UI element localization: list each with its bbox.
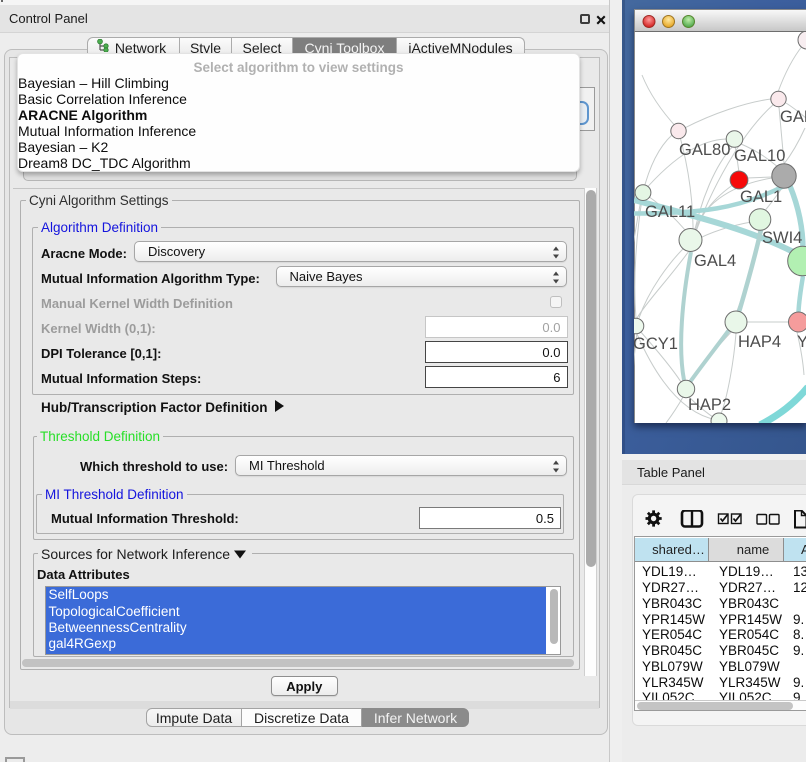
svg-text:YM: YM [797,333,806,351]
svg-text:GAL80: GAL80 [679,141,730,159]
svg-text:GAL1: GAL1 [740,188,782,206]
svg-text:GCY1: GCY1 [634,335,678,353]
svg-text:HAP4: HAP4 [738,333,781,351]
svg-text:GAL4: GAL4 [694,252,736,270]
svg-text:HAP2: HAP2 [688,396,731,414]
svg-text:GAL: GAL [780,108,806,126]
svg-text:SWI4: SWI4 [762,229,802,247]
svg-text:GAL11: GAL11 [645,203,695,221]
svg-text:GAL10: GAL10 [734,147,785,165]
